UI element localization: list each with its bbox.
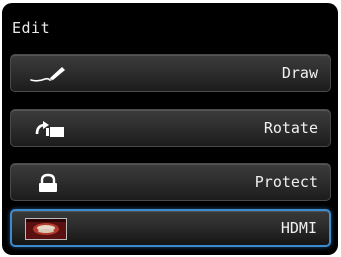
edit-menu-panel: Edit Draw Rotate Protect HDMI — [2, 3, 338, 255]
protect-label: Protect — [254, 173, 318, 191]
lock-icon — [39, 173, 57, 192]
camera-screen: Edit Draw Rotate Protect HDMI — [0, 0, 341, 257]
draw-pen-icon — [30, 67, 65, 82]
draw-label: Draw — [281, 64, 318, 82]
rotate-button[interactable]: Rotate — [10, 109, 331, 147]
draw-button[interactable]: Draw — [10, 54, 331, 92]
hdmi-label: HDMI — [280, 219, 317, 237]
hdmi-button[interactable]: HDMI — [10, 209, 331, 247]
rotate-label: Rotate — [263, 119, 318, 137]
rotate-icon — [35, 121, 64, 137]
protect-button[interactable]: Protect — [10, 163, 331, 201]
menu-title: Edit — [12, 19, 51, 37]
hdmi-preview-thumbnail — [25, 218, 67, 240]
